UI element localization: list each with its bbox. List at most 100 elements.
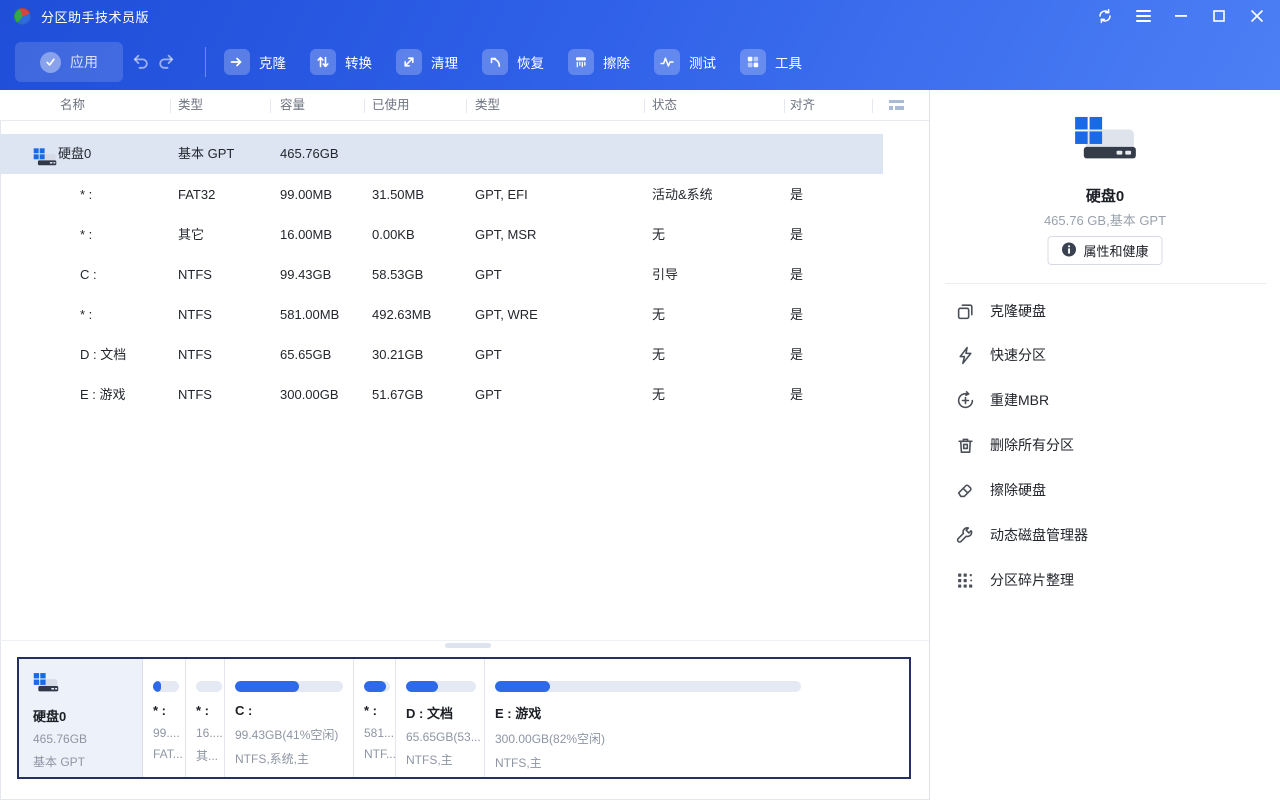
usage-bar: [364, 681, 390, 692]
erase-icon: [568, 49, 594, 75]
detail-panel: 硬盘0 465.76 GB,基本 GPT 属性和健康 克隆硬盘 快速分区 重建: [929, 90, 1280, 800]
disk-map-partition[interactable]: * : 16.... 其...: [186, 659, 225, 777]
disk-map-partition[interactable]: D : 文档 65.65GB(53... NTFS,主: [396, 659, 485, 777]
action-label: 快速分区: [990, 345, 1046, 365]
toolbar-button-erase[interactable]: 擦除: [568, 49, 630, 75]
usage-bar: [153, 681, 179, 692]
partition-used: 492.63MB: [372, 295, 431, 335]
partition-type: GPT, WRE: [475, 295, 538, 335]
partition-fs: NTFS: [178, 375, 212, 415]
toolbar-button-convert[interactable]: 转换: [310, 49, 372, 75]
disk-map-disk-block[interactable]: 硬盘0 465.76GB 基本 GPT: [19, 659, 143, 777]
partition-status: 无: [652, 335, 665, 375]
action-wipe-disk[interactable]: 擦除硬盘: [956, 475, 1046, 505]
partition-label: E : 游戏: [495, 703, 899, 722]
toolbar-label: 恢复: [517, 52, 544, 72]
action-defragment[interactable]: 分区碎片整理: [956, 565, 1074, 595]
toolbar-button-clean[interactable]: 清理: [396, 49, 458, 75]
action-delete-all-partitions[interactable]: 删除所有分区: [956, 430, 1074, 460]
column-settings-icon[interactable]: [888, 98, 905, 117]
column-header-capacity[interactable]: 容量: [280, 90, 305, 121]
partition-type: GPT, EFI: [475, 175, 528, 215]
usage-bar: [235, 681, 343, 692]
splitter-handle[interactable]: [445, 643, 491, 648]
toolbar-button-test[interactable]: 测试: [654, 49, 716, 75]
partition-fs: NTFS: [178, 335, 212, 375]
usage-bar-fill: [235, 681, 299, 692]
panel-disk-name: 硬盘0: [930, 185, 1280, 206]
app-window: 分区助手技术员版: [0, 0, 1280, 800]
action-dynamic-disk-manager[interactable]: 动态磁盘管理器: [956, 520, 1088, 550]
disk-capacity: 465.76GB: [280, 134, 339, 174]
partition-size: 99.43GB(41%空闲): [235, 726, 343, 743]
disk-map-name: 硬盘0: [33, 706, 142, 725]
partition-type: GPT, MSR: [475, 215, 536, 255]
action-clone-disk[interactable]: 克隆硬盘: [956, 296, 1046, 326]
toolbar-label: 克隆: [259, 52, 286, 72]
menu-icon[interactable]: [1124, 0, 1162, 32]
minimize-icon[interactable]: [1162, 0, 1200, 32]
apply-check-icon: [40, 52, 61, 73]
disk-map-partition[interactable]: E : 游戏 300.00GB(82%空闲) NTFS,主: [485, 659, 909, 777]
column-header-fs[interactable]: 类型: [178, 90, 203, 121]
disk-map-partition[interactable]: * : 99.... FAT...: [143, 659, 186, 777]
table-row-partition[interactable]: * : FAT32 99.00MB 31.50MB GPT, EFI 活动&系统…: [0, 175, 883, 215]
partition-type: GPT: [475, 335, 502, 375]
properties-health-button[interactable]: 属性和健康: [1047, 236, 1162, 265]
column-header-type[interactable]: 类型: [475, 90, 500, 121]
table-row-partition[interactable]: D : 文档 NTFS 65.65GB 30.21GB GPT 无 是: [0, 335, 883, 375]
table-row-partition[interactable]: * : NTFS 581.00MB 492.63MB GPT, WRE 无 是: [0, 295, 883, 335]
undo-icon[interactable]: [131, 53, 150, 75]
partition-label: C :: [235, 703, 343, 718]
column-separator: [466, 99, 467, 113]
partition-capacity: 300.00GB: [280, 375, 339, 415]
action-label: 删除所有分区: [990, 435, 1074, 455]
disk-map-partition[interactable]: * : 581... NTF...: [354, 659, 396, 777]
toolbar-button-tools[interactable]: 工具: [740, 49, 802, 75]
action-quick-partition[interactable]: 快速分区: [956, 340, 1046, 370]
column-header-used[interactable]: 已使用: [372, 90, 410, 121]
partition-size: 300.00GB(82%空闲): [495, 730, 899, 747]
partition-status: 引导: [652, 255, 678, 295]
panel-disk-info: 465.76 GB,基本 GPT: [930, 210, 1280, 229]
table-row-partition[interactable]: C : NTFS 99.43GB 58.53GB GPT 引导 是: [0, 255, 883, 295]
refresh-icon[interactable]: [1086, 0, 1124, 32]
action-label: 分区碎片整理: [990, 570, 1074, 590]
column-separator: [170, 99, 171, 113]
partition-label: * :: [364, 703, 385, 718]
partition-name: E : 游戏: [80, 375, 126, 415]
partition-status: 无: [652, 295, 665, 335]
clean-icon: [396, 49, 422, 75]
action-rebuild-mbr[interactable]: 重建MBR: [956, 385, 1049, 415]
toolbar-button-clone[interactable]: 克隆: [224, 49, 286, 75]
column-header-status[interactable]: 状态: [652, 90, 677, 121]
partition-fs: 其...: [196, 747, 214, 764]
partition-capacity: 581.00MB: [280, 295, 339, 335]
column-separator: [644, 99, 645, 113]
table-row-disk[interactable]: 硬盘0 基本 GPT 465.76GB: [0, 134, 883, 174]
window-controls: [1086, 0, 1276, 32]
partition-size: 16....: [196, 726, 214, 740]
table-row-partition[interactable]: E : 游戏 NTFS 300.00GB 51.67GB GPT 无 是: [0, 375, 883, 415]
partition-fs: NTFS: [178, 255, 212, 295]
disk-type: 基本 GPT: [178, 134, 234, 174]
panel-divider: [945, 283, 1266, 284]
column-header-name[interactable]: 名称: [60, 90, 85, 121]
maximize-icon[interactable]: [1200, 0, 1238, 32]
partition-name: D : 文档: [80, 335, 126, 375]
partition-used: 30.21GB: [372, 335, 423, 375]
redo-icon[interactable]: [157, 53, 176, 75]
toolbar-button-recover[interactable]: 恢复: [482, 49, 544, 75]
disk-map-partition[interactable]: C : 99.43GB(41%空闲) NTFS,系统,主: [225, 659, 354, 777]
usage-bar-fill: [153, 681, 161, 692]
column-header-aligned[interactable]: 对齐: [790, 90, 815, 121]
partition-fs: NTFS,主: [495, 754, 899, 771]
close-icon[interactable]: [1238, 0, 1276, 32]
partition-label: * :: [153, 703, 175, 718]
apply-button[interactable]: 应用: [15, 42, 123, 82]
partition-capacity: 99.00MB: [280, 175, 332, 215]
clone-icon: [224, 49, 250, 75]
apply-label: 应用: [70, 52, 98, 72]
table-row-partition[interactable]: * : 其它 16.00MB 0.00KB GPT, MSR 无 是: [0, 215, 883, 255]
column-separator: [364, 99, 365, 113]
